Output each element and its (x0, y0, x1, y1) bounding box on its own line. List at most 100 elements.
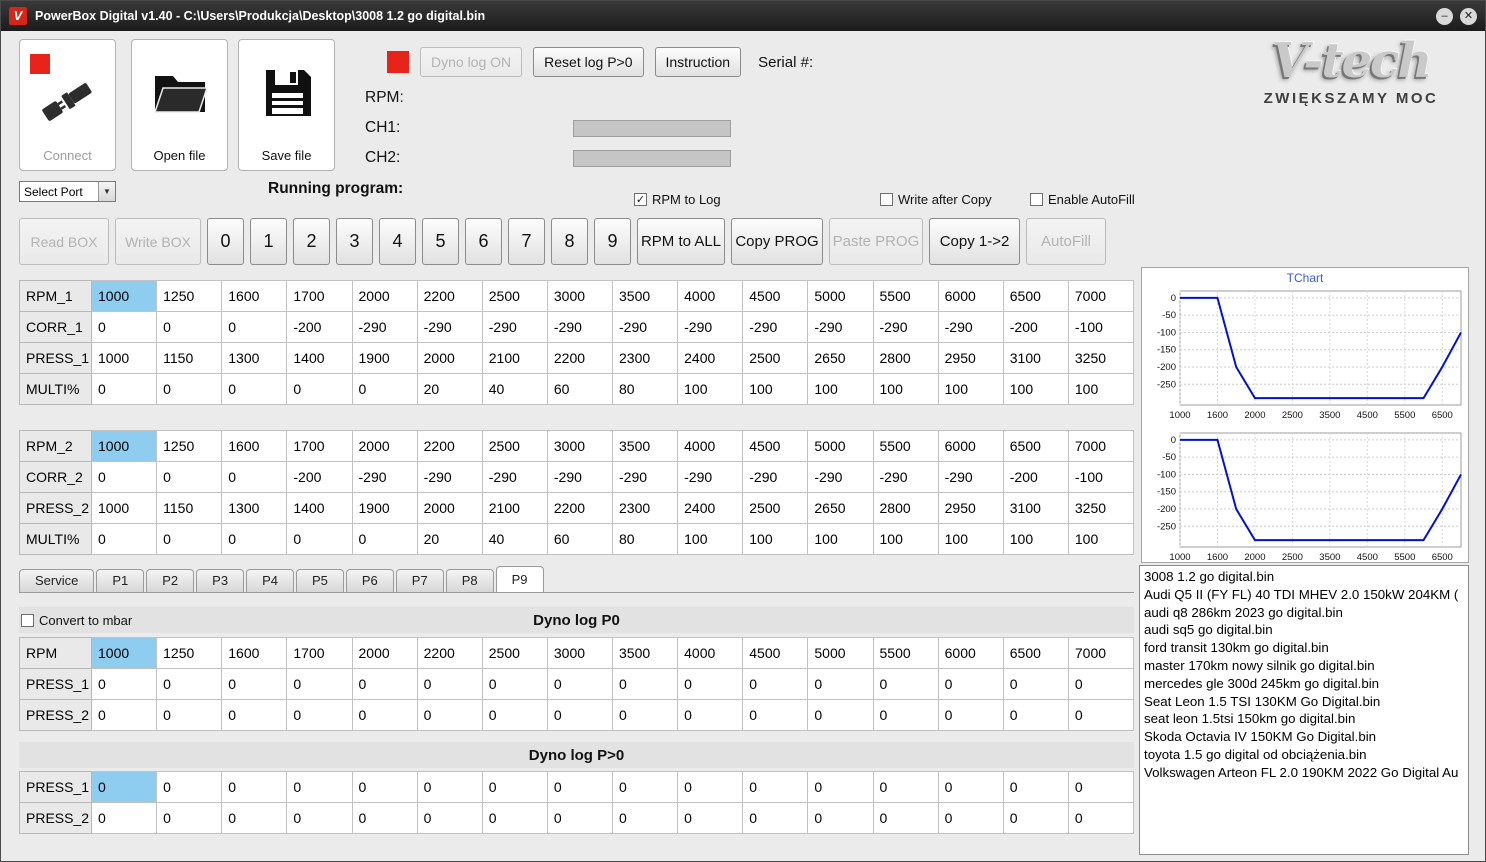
convert-to-mbar-checkbox[interactable]: Convert to mbar (21, 613, 132, 628)
grid-cell[interactable]: 2500 (481, 430, 548, 462)
digit-button-8[interactable]: 8 (551, 218, 588, 265)
grid-cell[interactable]: 1000 (90, 342, 158, 374)
grid-cell[interactable]: 0 (546, 699, 614, 731)
grid-cell[interactable]: -290 (677, 461, 744, 493)
grid-cell[interactable]: 3000 (546, 430, 614, 462)
grid-cell[interactable]: 3100 (1002, 342, 1069, 374)
digit-button-7[interactable]: 7 (508, 218, 545, 265)
grid-cell[interactable]: 0 (1067, 699, 1135, 731)
grid-cell[interactable]: -290 (937, 311, 1004, 343)
grid-cell[interactable]: 0 (90, 699, 158, 731)
grid-cell[interactable]: -290 (546, 461, 614, 493)
grid-cell[interactable]: 0 (286, 523, 353, 555)
grid-cell[interactable]: 4500 (742, 637, 809, 669)
grid-cell[interactable]: 0 (742, 771, 809, 803)
grid-cell[interactable]: 100 (677, 523, 744, 555)
grid-cell[interactable]: 0 (156, 771, 223, 803)
grid-cell[interactable]: 2200 (416, 280, 483, 312)
grid-cell[interactable]: 0 (872, 699, 939, 731)
grid-cell[interactable]: 0 (481, 668, 548, 700)
tab-p6[interactable]: P6 (345, 569, 394, 592)
grid-cell[interactable]: 7000 (1067, 637, 1135, 669)
grid-cell[interactable]: 3100 (1002, 492, 1069, 524)
connect-button[interactable]: Connect (19, 39, 116, 171)
digit-button-1[interactable]: 1 (250, 218, 287, 265)
digit-button-9[interactable]: 9 (594, 218, 631, 265)
grid-cell[interactable]: 0 (156, 461, 223, 493)
grid-cell[interactable]: 0 (1002, 699, 1069, 731)
grid-cell[interactable]: 1150 (156, 492, 223, 524)
file-list-item[interactable]: mercedes gle 300d 245km go digital.bin (1144, 675, 1468, 693)
grid-cell[interactable]: 2500 (481, 280, 548, 312)
grid-cell[interactable]: 0 (937, 699, 1004, 731)
grid-cell[interactable]: 1600 (221, 430, 288, 462)
grid-cell[interactable]: 0 (611, 668, 679, 700)
grid-cell[interactable]: 1700 (286, 430, 353, 462)
grid-cell[interactable]: 1000 (90, 430, 158, 462)
close-button[interactable]: ✕ (1460, 7, 1477, 25)
grid-cell[interactable]: 0 (611, 771, 679, 803)
grid-cell[interactable]: 1000 (90, 280, 158, 312)
grid-cell[interactable]: 1700 (286, 280, 353, 312)
grid-cell[interactable]: 1900 (351, 492, 418, 524)
grid-cell[interactable]: 6000 (937, 430, 1004, 462)
grid-cell[interactable]: 0 (677, 802, 744, 834)
grid-cell[interactable]: 0 (90, 461, 158, 493)
enable-autofill-checkbox[interactable]: Enable AutoFill (1030, 192, 1135, 207)
tab-p8[interactable]: P8 (445, 569, 494, 592)
grid-cell[interactable]: -290 (351, 461, 418, 493)
grid-cell[interactable]: 3500 (611, 430, 679, 462)
grid-cell[interactable]: -100 (1067, 311, 1135, 343)
grid-cell[interactable]: 0 (156, 373, 223, 405)
grid-cell[interactable]: 2950 (937, 492, 1004, 524)
grid-cell[interactable]: -290 (872, 461, 939, 493)
grid-cell[interactable]: 2400 (677, 492, 744, 524)
tab-p1[interactable]: P1 (96, 569, 145, 592)
grid-cell[interactable]: 0 (807, 771, 874, 803)
tab-service[interactable]: Service (19, 569, 95, 592)
grid-cell[interactable]: -290 (937, 461, 1004, 493)
grid-cell[interactable]: 6500 (1002, 637, 1069, 669)
file-list-item[interactable]: audi q8 286km 2023 go digital.bin (1144, 604, 1468, 622)
grid-cell[interactable]: -290 (481, 311, 548, 343)
grid-cell[interactable]: -290 (742, 311, 809, 343)
grid-cell[interactable]: 0 (90, 373, 158, 405)
grid-cell[interactable]: 2200 (416, 430, 483, 462)
grid-cell[interactable]: 0 (351, 699, 418, 731)
digit-button-6[interactable]: 6 (465, 218, 502, 265)
grid-cell[interactable]: 0 (677, 699, 744, 731)
rpm-to-all-button[interactable]: RPM to ALL (637, 218, 725, 265)
grid-cell[interactable]: 100 (677, 373, 744, 405)
tab-p7[interactable]: P7 (395, 569, 444, 592)
grid-cell[interactable]: 2400 (677, 342, 744, 374)
grid-cell[interactable]: 0 (351, 523, 418, 555)
grid-cell[interactable]: 0 (156, 802, 223, 834)
grid-cell[interactable]: 0 (677, 668, 744, 700)
grid-cell[interactable]: 100 (1067, 523, 1135, 555)
grid-cell[interactable]: 1400 (286, 342, 353, 374)
grid-cell[interactable]: 3000 (546, 280, 614, 312)
grid-cell[interactable]: 4000 (677, 430, 744, 462)
grid-cell[interactable]: 0 (611, 802, 679, 834)
grid-cell[interactable]: 0 (90, 802, 158, 834)
grid-cell[interactable]: 0 (156, 668, 223, 700)
grid-cell[interactable]: 0 (742, 802, 809, 834)
grid-cell[interactable]: 0 (221, 461, 288, 493)
grid-cell[interactable]: 80 (611, 373, 679, 405)
grid-cell[interactable]: 0 (90, 311, 158, 343)
grid-cell[interactable]: 0 (90, 668, 158, 700)
copy-prog-button[interactable]: Copy PROG (731, 218, 823, 265)
grid-cell[interactable]: 2650 (807, 492, 874, 524)
tab-p4[interactable]: P4 (246, 569, 294, 592)
grid-cell[interactable]: -290 (611, 461, 679, 493)
grid-cell[interactable]: 0 (416, 699, 483, 731)
grid-cell[interactable]: 0 (481, 699, 548, 731)
grid-cell[interactable]: 1150 (156, 342, 223, 374)
grid-cell[interactable]: 0 (90, 523, 158, 555)
grid-cell[interactable]: 1000 (90, 492, 158, 524)
grid-cell[interactable]: 100 (937, 373, 1004, 405)
grid-cell[interactable]: 3000 (546, 637, 614, 669)
grid-cell[interactable]: 0 (807, 802, 874, 834)
grid-cell[interactable]: -290 (416, 311, 483, 343)
grid-cell[interactable]: 6500 (1002, 430, 1069, 462)
